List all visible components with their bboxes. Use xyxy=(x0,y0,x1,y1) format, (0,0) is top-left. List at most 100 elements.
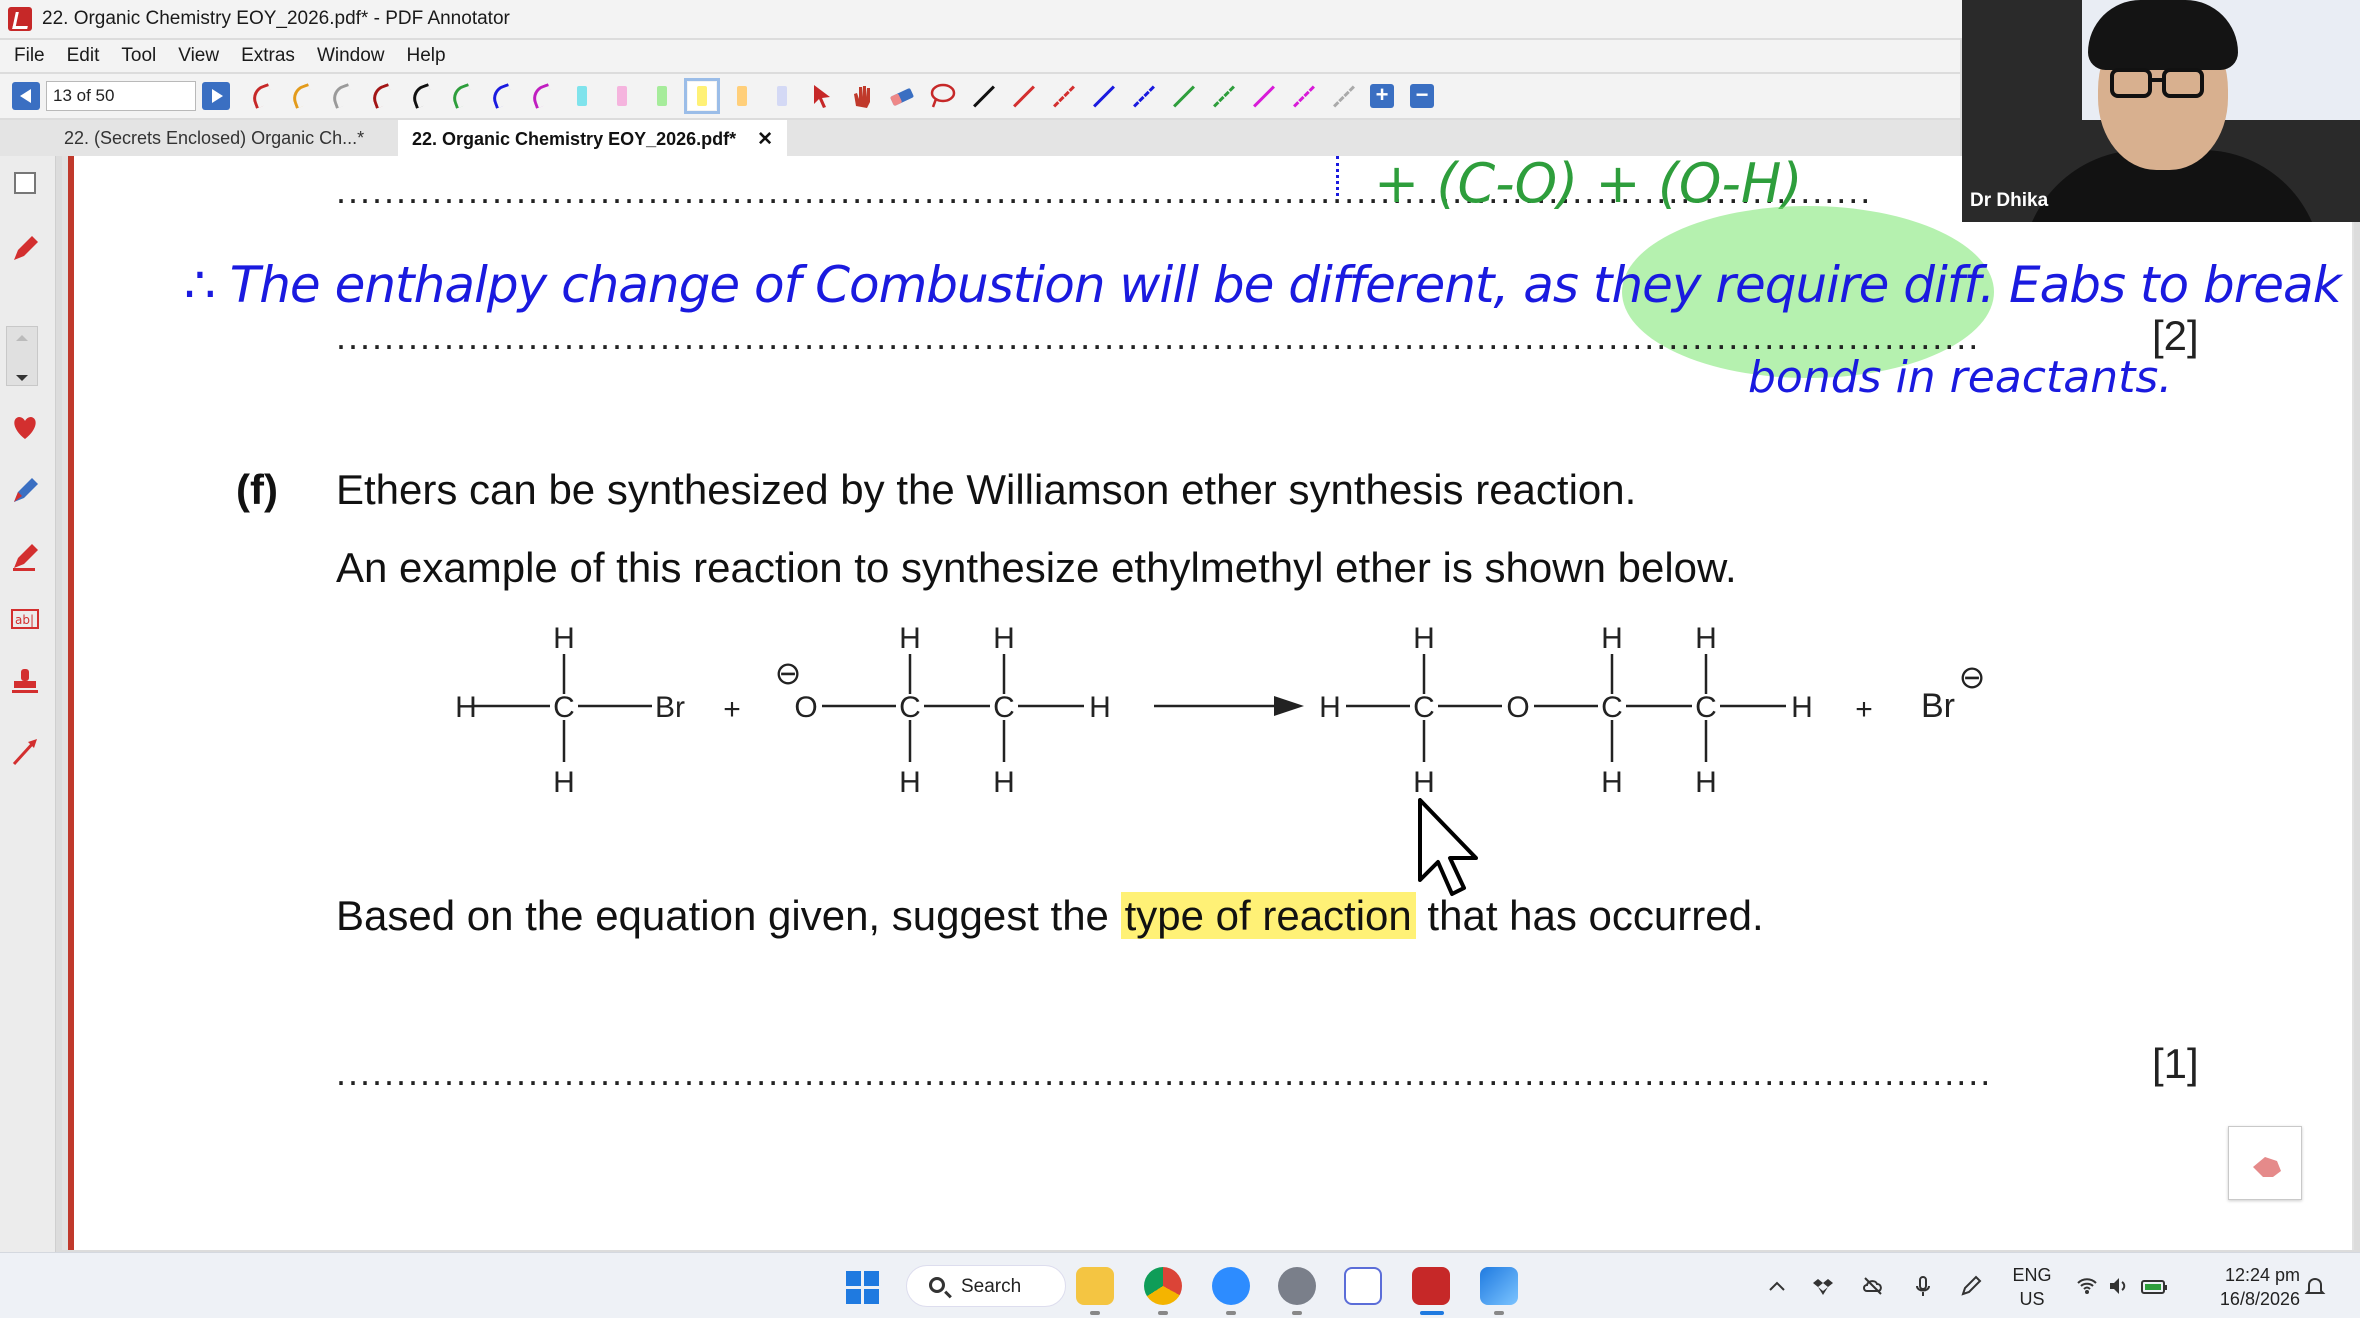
highlighter-orange-icon[interactable] xyxy=(728,82,756,110)
marker-icon[interactable] xyxy=(10,542,40,572)
atom-br: Br xyxy=(1921,687,1955,725)
menu-help[interactable]: Help xyxy=(407,45,446,67)
svg-text:ab|: ab| xyxy=(15,613,34,627)
highlighter-pink-icon[interactable] xyxy=(608,82,636,110)
menu-extras[interactable]: Extras xyxy=(241,45,295,67)
pen-red-icon[interactable] xyxy=(248,82,276,110)
atom-h: H xyxy=(1791,691,1813,724)
atom-h: H xyxy=(899,766,921,799)
whiteboard-app-icon[interactable] xyxy=(1344,1267,1382,1305)
atom-h: H xyxy=(899,622,921,655)
pen-darkred-icon[interactable] xyxy=(368,82,396,110)
pen-grey-icon[interactable] xyxy=(328,82,356,110)
handwritten-answer-line1: ∴ The enthalpy change of Combustion will… xyxy=(184,256,2342,314)
toolbar: 13 of 50 + − xyxy=(0,74,1960,118)
zoom-in-icon[interactable]: + xyxy=(1368,82,1396,110)
notification-bell-icon[interactable] xyxy=(2304,1275,2326,1297)
atom-h: H xyxy=(1601,622,1623,655)
pen-green-icon[interactable] xyxy=(448,82,476,110)
pen-tray-icon[interactable] xyxy=(1960,1275,1982,1297)
line-green-dashed-icon[interactable] xyxy=(1208,82,1236,110)
highlighter-lavender-icon[interactable] xyxy=(768,82,796,110)
menu-tool[interactable]: Tool xyxy=(121,45,156,67)
zoom-out-icon[interactable]: − xyxy=(1408,82,1436,110)
line-black-icon[interactable] xyxy=(968,82,996,110)
arrow-tool-icon[interactable] xyxy=(10,736,40,766)
menu-bar: File Edit Tool View Extras Window Help xyxy=(0,40,1960,72)
next-page-button[interactable] xyxy=(202,82,230,110)
atom-h: H xyxy=(1413,622,1435,655)
tab-secrets-enclosed[interactable]: 22. (Secrets Enclosed) Organic Ch...* xyxy=(50,120,378,156)
menu-file[interactable]: File xyxy=(14,45,45,67)
line-magenta-icon[interactable] xyxy=(1248,82,1276,110)
eraser-icon[interactable] xyxy=(888,82,916,110)
pen-magenta-icon[interactable] xyxy=(528,82,556,110)
heart-icon[interactable] xyxy=(10,412,40,442)
text-box-icon[interactable]: ab| xyxy=(10,604,40,634)
atom-c: C xyxy=(1695,691,1717,724)
start-button-icon[interactable] xyxy=(846,1271,880,1305)
lasso-icon[interactable] xyxy=(928,82,956,110)
close-tab-icon[interactable]: ✕ xyxy=(757,128,773,151)
highlighter-cyan-icon[interactable] xyxy=(568,82,596,110)
battery-icon[interactable] xyxy=(2140,1275,2170,1297)
language-indicator[interactable]: ENG US xyxy=(2010,1263,2054,1311)
line-green-icon[interactable] xyxy=(1168,82,1196,110)
tool-strip-scroller[interactable] xyxy=(6,326,38,386)
dropbox-icon[interactable] xyxy=(1812,1275,1834,1297)
previous-page-button[interactable] xyxy=(12,82,40,110)
pen-multicolor-icon[interactable] xyxy=(10,476,40,506)
photos-app-icon[interactable] xyxy=(1480,1267,1518,1305)
pen-orange-icon[interactable] xyxy=(288,82,316,110)
tab-bar: 22. (Secrets Enclosed) Organic Ch...* 22… xyxy=(0,120,1960,156)
participant-name: Dr Dhika xyxy=(1970,190,2049,211)
answer-line-f[interactable]: ........................................… xyxy=(336,1052,2176,1094)
line-blue-dashed-icon[interactable] xyxy=(1128,82,1156,110)
blank-page-icon[interactable] xyxy=(10,168,40,198)
line-grey-dashed-icon[interactable] xyxy=(1328,82,1356,110)
app-running-indicator xyxy=(1226,1311,1236,1315)
taskbar-search[interactable]: Search xyxy=(906,1265,1066,1307)
line-magenta-dashed-icon[interactable] xyxy=(1288,82,1316,110)
line-red-icon[interactable] xyxy=(1008,82,1036,110)
floating-hand-button[interactable] xyxy=(2228,1126,2302,1200)
atom-h: H xyxy=(455,691,477,724)
pen-black-icon[interactable] xyxy=(408,82,436,110)
chrome-icon[interactable] xyxy=(1144,1267,1182,1305)
highlighter-yellow-icon[interactable] xyxy=(684,78,720,114)
zoom-icon[interactable] xyxy=(1212,1267,1250,1305)
document-viewport[interactable]: ........................................… xyxy=(62,156,2354,1250)
question-line1: Ethers can be synthesized by the William… xyxy=(336,466,1637,513)
pen-blue-icon[interactable] xyxy=(488,82,516,110)
system-clock[interactable]: 12:24 pm 16/8/2026 xyxy=(2200,1263,2300,1311)
line-red-dashed-icon[interactable] xyxy=(1048,82,1076,110)
page-number-field[interactable]: 13 of 50 xyxy=(46,81,196,111)
menu-view[interactable]: View xyxy=(178,45,219,67)
marks-f: [1] xyxy=(2152,1040,2199,1087)
search-label: Search xyxy=(961,1276,1022,1297)
cloud-off-icon[interactable] xyxy=(1862,1275,1884,1297)
line-blue-icon[interactable] xyxy=(1088,82,1116,110)
hand-pan-icon[interactable] xyxy=(848,82,876,110)
atom-h: H xyxy=(1413,766,1435,799)
negative-charge-icon: ⊖ xyxy=(775,655,802,691)
chevron-up-icon[interactable] xyxy=(1766,1275,1788,1297)
menu-edit[interactable]: Edit xyxy=(67,45,100,67)
glasses-icon xyxy=(2110,68,2204,98)
media-app-icon[interactable] xyxy=(1278,1267,1316,1305)
atom-o: O xyxy=(1506,691,1529,724)
select-arrow-icon[interactable] xyxy=(808,82,836,110)
tab-organic-chemistry[interactable]: 22. Organic Chemistry EOY_2026.pdf* ✕ xyxy=(398,120,788,156)
speaker-icon[interactable] xyxy=(2108,1275,2130,1297)
question-line3-start: Based on the equation given, suggest the xyxy=(336,892,1121,939)
wifi-icon[interactable] xyxy=(2076,1275,2098,1297)
highlighter-green-icon[interactable] xyxy=(648,82,676,110)
atom-c: C xyxy=(1601,691,1623,724)
active-app-indicator xyxy=(1420,1311,1444,1315)
stamp-icon[interactable] xyxy=(10,666,40,696)
pencil-red-icon[interactable] xyxy=(10,234,40,264)
pdf-annotator-taskbar-icon[interactable] xyxy=(1412,1267,1450,1305)
file-explorer-icon[interactable] xyxy=(1076,1267,1114,1305)
microphone-icon[interactable] xyxy=(1912,1275,1934,1297)
menu-window[interactable]: Window xyxy=(317,45,385,67)
